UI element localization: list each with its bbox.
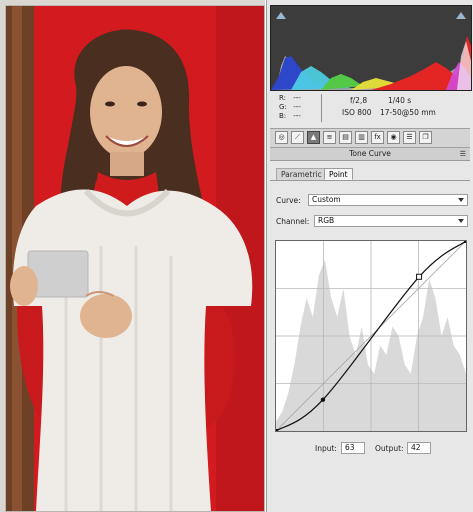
tone-curve-panel-icon[interactable]: ⟋ bbox=[291, 131, 304, 144]
input-output-row: Input: 63 Output: 42 bbox=[270, 442, 470, 456]
channel-value: RGB bbox=[318, 216, 335, 225]
effects-panel-icon[interactable]: fx bbox=[371, 131, 384, 144]
hsl-panel-icon[interactable]: ≡ bbox=[323, 131, 336, 144]
highlight-clipping-warning-icon[interactable] bbox=[456, 12, 466, 19]
snapshots-panel-icon[interactable]: ❐ bbox=[419, 131, 432, 144]
curve-control-point-selected bbox=[320, 397, 326, 402]
curve-mode-tabs: Parametric Point bbox=[270, 166, 470, 181]
lens-corrections-panel-icon[interactable]: ▥ bbox=[355, 131, 368, 144]
panel-title: Tone Curve bbox=[349, 149, 391, 158]
raw-editor-window: R: --- G: --- B: --- f/2,8 1/40 s ISO 80… bbox=[0, 0, 473, 512]
curve-preset-select[interactable]: Custom bbox=[308, 194, 468, 206]
panel-title-bar: Tone Curve ☰ bbox=[270, 148, 470, 161]
presets-panel-icon[interactable]: ☰ bbox=[403, 131, 416, 144]
shutter-value: 1/40 s bbox=[388, 96, 412, 105]
input-label: Input: bbox=[315, 444, 337, 453]
shadow-clipping-warning-icon[interactable] bbox=[276, 12, 286, 19]
chevron-down-icon bbox=[458, 219, 464, 223]
chevron-down-icon bbox=[458, 198, 464, 202]
channel-select[interactable]: RGB bbox=[314, 215, 468, 227]
lens-value: 17-50@50 mm bbox=[380, 108, 436, 117]
tone-curve-editor[interactable] bbox=[275, 240, 467, 432]
blue-readout: B: --- bbox=[279, 112, 301, 120]
output-label: Output: bbox=[375, 444, 404, 453]
red-readout: R: --- bbox=[279, 94, 301, 102]
tab-parametric[interactable]: Parametric bbox=[276, 168, 327, 180]
input-field[interactable]: 63 bbox=[341, 442, 365, 454]
camera-calibration-panel-icon[interactable]: ◉ bbox=[387, 131, 400, 144]
tab-point[interactable]: Point bbox=[324, 168, 353, 180]
output-field[interactable]: 42 bbox=[407, 442, 431, 454]
readout-bar: R: --- G: --- B: --- f/2,8 1/40 s ISO 80… bbox=[270, 92, 470, 124]
histogram bbox=[270, 5, 472, 91]
photo-preview[interactable] bbox=[5, 5, 265, 512]
green-readout: G: --- bbox=[279, 103, 301, 111]
panel-menu-icon[interactable]: ☰ bbox=[460, 149, 466, 159]
detail-panel-icon[interactable]: ▲ bbox=[307, 131, 320, 144]
curve-control-point bbox=[416, 273, 423, 280]
curve-endpoint bbox=[464, 241, 466, 243]
basic-panel-icon[interactable]: ◎ bbox=[275, 131, 288, 144]
curve-label: Curve: bbox=[276, 196, 301, 205]
readout-divider bbox=[321, 94, 322, 122]
panel-tabs-toolbar: ◎ ⟋ ▲ ≡ ▤ ▥ fx ◉ ☰ ❐ bbox=[270, 128, 470, 148]
channel-label: Channel: bbox=[276, 217, 310, 226]
adjustments-panel: R: --- G: --- B: --- f/2,8 1/40 s ISO 80… bbox=[266, 0, 473, 512]
aperture-value: f/2,8 bbox=[350, 96, 368, 105]
image-preview-area bbox=[0, 0, 265, 512]
iso-value: ISO 800 bbox=[342, 108, 372, 117]
split-toning-panel-icon[interactable]: ▤ bbox=[339, 131, 352, 144]
tone-curve-graph bbox=[276, 241, 466, 431]
curve-preset-value: Custom bbox=[312, 195, 341, 204]
curve-endpoint bbox=[276, 429, 278, 431]
